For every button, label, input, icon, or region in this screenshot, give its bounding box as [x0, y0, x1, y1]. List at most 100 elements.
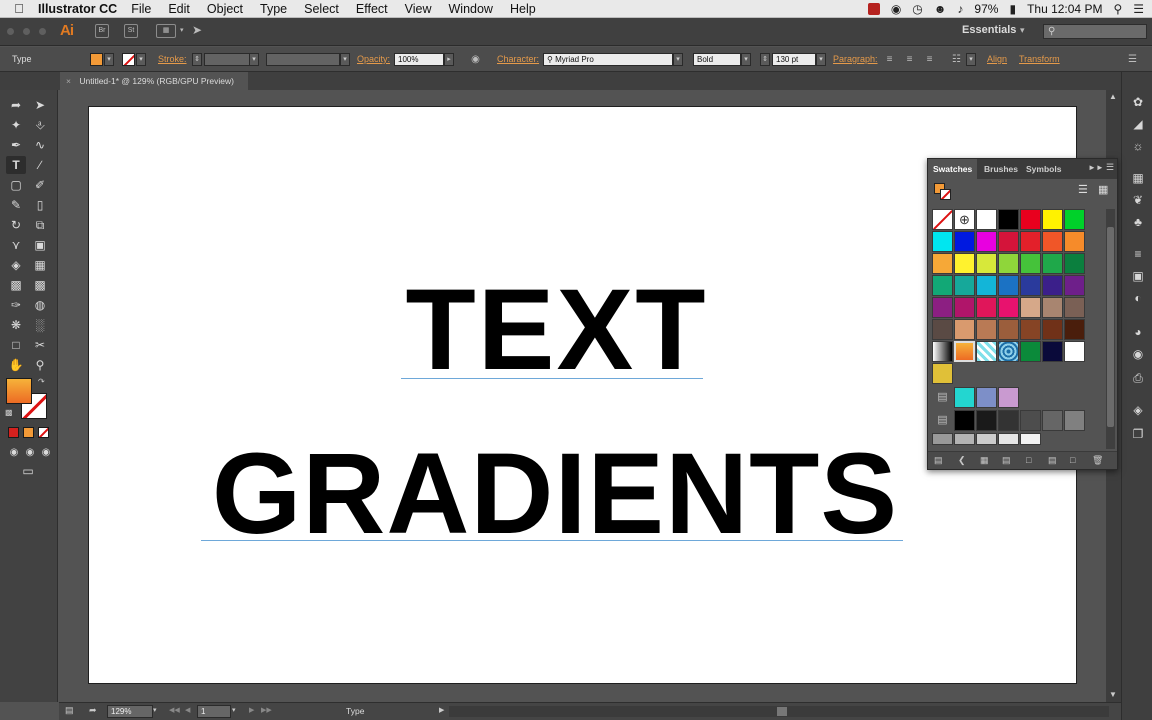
color-group-swatch[interactable] — [998, 387, 1019, 408]
battery-percent[interactable]: 97% — [974, 2, 998, 16]
color-swatch[interactable] — [998, 275, 1019, 296]
color-swatch[interactable] — [1020, 231, 1041, 252]
swatches-panel-icon[interactable]: ▦ — [1129, 170, 1147, 186]
color-group-swatch[interactable] — [1020, 433, 1041, 445]
line-segment-tool-icon[interactable]: ∕ — [30, 156, 50, 174]
rectangle-tool-icon[interactable]: ▢ — [6, 176, 26, 194]
paragraph-label[interactable]: Paragraph: — [833, 47, 878, 72]
close-tab-icon[interactable]: × — [66, 76, 71, 86]
menu-select[interactable]: Select — [304, 2, 339, 16]
tab-swatches[interactable]: Swatches — [928, 159, 978, 179]
lasso-tool-icon[interactable]: ⎀ — [30, 116, 50, 134]
horizontal-scroll-thumb[interactable] — [777, 707, 787, 716]
color-group-swatch[interactable] — [932, 433, 953, 445]
color-guide-icon[interactable]: ◢ — [1129, 116, 1147, 132]
tab-symbols[interactable]: Symbols — [1026, 159, 1061, 179]
color-swatch[interactable] — [954, 319, 975, 340]
symbol-sprayer-tool-icon[interactable]: ❋ — [6, 316, 26, 334]
appearance-panel-icon[interactable]: ◕ — [1129, 324, 1147, 340]
recording-icon[interactable] — [867, 3, 880, 15]
fill-indicator[interactable] — [6, 378, 32, 404]
color-swatch[interactable] — [932, 253, 953, 274]
cc-libraries-icon[interactable]: ☼ — [1129, 138, 1147, 154]
color-group-swatch[interactable] — [998, 433, 1019, 445]
spotlight-icon[interactable]: ⚲ — [1113, 2, 1122, 16]
menu-help[interactable]: Help — [510, 2, 536, 16]
color-swatch[interactable] — [1020, 341, 1041, 362]
menu-file[interactable]: File — [131, 2, 151, 16]
color-swatch[interactable] — [1064, 297, 1085, 318]
gpu-performance-icon[interactable]: ➤ — [192, 23, 202, 37]
pencil-tool-icon[interactable]: ✎ — [6, 196, 26, 214]
profile-dropdown-icon[interactable]: ▾ — [340, 53, 350, 66]
transparency-panel-icon[interactable]: ◐ — [1129, 290, 1147, 306]
add-to-library-icon[interactable]: ❮ — [958, 455, 966, 466]
color-swatch[interactable] — [1064, 231, 1085, 252]
last-artboard-icon[interactable]: ▶▶ — [261, 706, 272, 714]
align-center-icon[interactable]: ≡ — [903, 53, 916, 66]
fill-dropdown-icon[interactable]: ▾ — [104, 53, 114, 66]
variable-width-profile[interactable] — [266, 53, 340, 66]
workspace-caret-icon[interactable]: ▾ — [1020, 25, 1025, 36]
swatch-gradient-gray[interactable] — [932, 341, 953, 362]
swatch-pattern-blue[interactable] — [998, 341, 1019, 362]
artboard-dropdown-icon[interactable]: ▾ — [232, 706, 236, 714]
pen-tool-icon[interactable]: ✒ — [6, 136, 26, 154]
color-swatch[interactable] — [1042, 231, 1063, 252]
collapse-panel-icon[interactable]: ►► — [1088, 163, 1104, 172]
stroke-panel-icon[interactable]: ≡ — [1129, 246, 1147, 262]
swatch-none[interactable] — [932, 209, 953, 230]
color-swatch[interactable] — [932, 231, 953, 252]
perspective-grid-tool-icon[interactable]: ▦ — [30, 256, 50, 274]
slice-tool-icon[interactable]: ✂ — [30, 336, 50, 354]
color-swatch[interactable] — [998, 319, 1019, 340]
artboard-tool-icon[interactable]: □ — [6, 336, 26, 354]
width-tool-icon[interactable]: ⋎ — [6, 236, 26, 254]
new-swatch-icon[interactable]: □ — [1070, 455, 1075, 465]
swatch-options-icon[interactable]: ▤ — [1002, 455, 1011, 466]
stock-button[interactable]: St — [124, 24, 138, 38]
color-group-swatch[interactable] — [976, 387, 997, 408]
zoom-tool-icon[interactable]: ⚲ — [30, 356, 50, 374]
app-menu[interactable]: Illustrator CC — [38, 2, 117, 16]
color-swatch[interactable] — [1020, 297, 1041, 318]
recolor-artwork-icon[interactable]: ◉ — [469, 53, 482, 66]
stroke-weight-stepper[interactable]: ⇕ — [192, 53, 202, 66]
color-mode-icon[interactable] — [8, 427, 19, 438]
hand-tool-icon[interactable]: ✋ — [6, 356, 26, 374]
stroke-weight-field[interactable] — [204, 53, 250, 66]
tab-brushes[interactable]: Brushes — [984, 159, 1018, 179]
scale-tool-icon[interactable]: ⧉ — [30, 216, 50, 234]
color-panel-icon[interactable]: ✿ — [1129, 94, 1147, 110]
color-swatch[interactable] — [1042, 275, 1063, 296]
color-swatch[interactable] — [998, 231, 1019, 252]
color-group-swatch[interactable] — [1064, 410, 1085, 431]
swatch-gradient-orange-selected[interactable] — [954, 341, 975, 362]
color-group-swatch[interactable] — [954, 410, 975, 431]
previous-artboard-icon[interactable]: ◀ — [185, 706, 190, 714]
new-color-group-icon[interactable]: □ — [1026, 455, 1031, 465]
font-size-stepper[interactable]: ⇕ — [760, 53, 770, 66]
gradient-panel-icon[interactable]: ▣ — [1129, 268, 1147, 284]
text-line-1[interactable]: TEXT — [389, 265, 724, 395]
mesh-tool-icon[interactable]: ▩ — [6, 276, 26, 294]
color-group-swatch[interactable] — [954, 387, 975, 408]
color-swatch[interactable] — [1064, 275, 1085, 296]
color-group-swatch[interactable] — [1020, 410, 1041, 431]
delete-swatch-icon[interactable]: 🗑 — [1092, 455, 1103, 466]
draw-inside-icon[interactable]: ◉ — [36, 444, 56, 462]
font-family-field[interactable]: ⚲ Myriad Pro — [543, 53, 673, 66]
type-tool-icon[interactable]: T — [6, 156, 26, 174]
share-icon[interactable]: ➦ — [89, 705, 97, 716]
character-label[interactable]: Character: — [497, 47, 539, 72]
current-stroke-swatch[interactable] — [940, 189, 951, 200]
color-swatch[interactable] — [1042, 319, 1063, 340]
show-swatch-kinds-icon[interactable]: ▦ — [980, 455, 989, 466]
zoom-dropdown-icon[interactable]: ▾ — [153, 706, 157, 714]
menu-effect[interactable]: Effect — [356, 2, 388, 16]
align-label[interactable]: Align — [987, 47, 1007, 72]
brushes-panel-icon[interactable]: ❦ — [1129, 192, 1147, 208]
apple-menu-icon[interactable]:  — [0, 1, 38, 16]
font-style-field[interactable]: Bold — [693, 53, 741, 66]
distribute-dropdown-icon[interactable]: ▾ — [966, 53, 976, 66]
